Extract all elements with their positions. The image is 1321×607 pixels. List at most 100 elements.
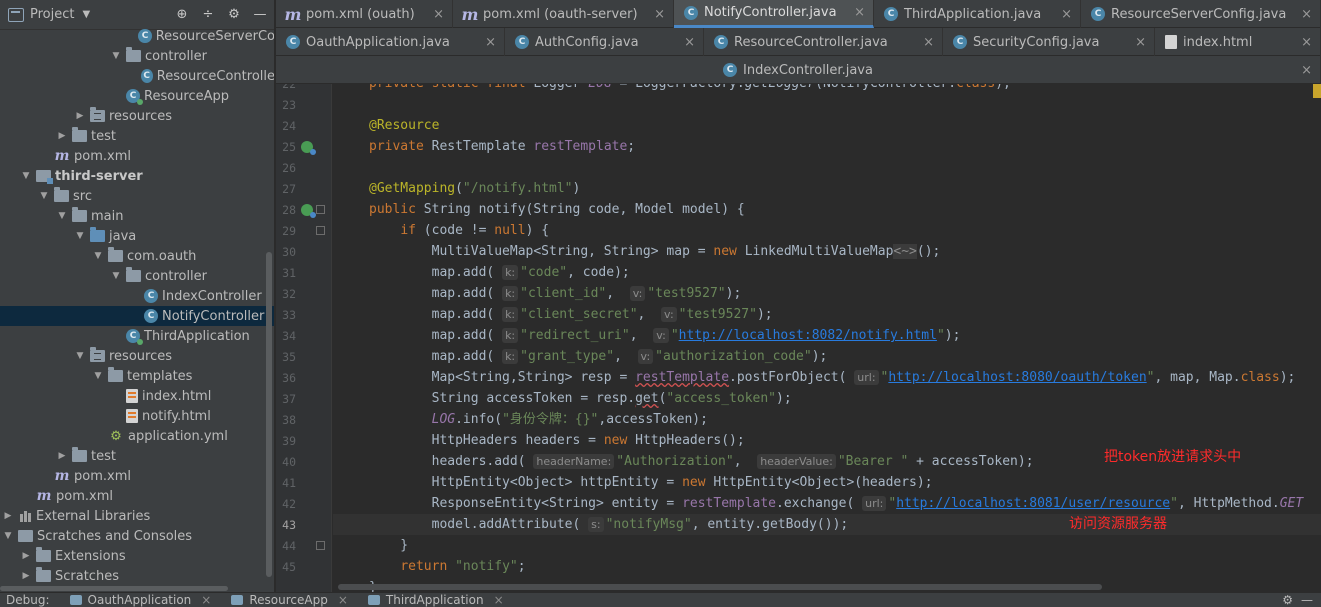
gear-icon[interactable]: ⚙ [226,6,242,22]
close-icon[interactable]: × [485,35,496,50]
code-line: map.add( k: "code", code); [369,265,630,280]
editor-tab[interactable]: C ResourceServerConfig.java × [1081,0,1321,28]
chevron-down-icon[interactable]: ▼ [20,171,32,181]
editor-tab[interactable]: index.html × [1155,28,1321,56]
tree-item[interactable]: ▼ resources [0,346,274,366]
debug-tab-third[interactable]: ThirdApplication × [367,593,504,607]
hide-panel-icon[interactable]: — [252,6,268,22]
chevron-down-icon[interactable]: ▼ [82,9,90,20]
tree-item[interactable]: C ResourceServerCo [0,26,274,46]
line-number: 30 [282,245,296,259]
tree-item[interactable]: ▼ templates [0,366,274,386]
chevron-down-icon[interactable]: ▼ [92,251,104,261]
tree-item[interactable]: index.html [0,386,274,406]
class-icon: C [1091,7,1105,21]
chevron-down-icon[interactable]: ▼ [38,191,50,201]
fold-marker-icon[interactable] [316,541,325,550]
debug-tab-resource[interactable]: ResourceApp × [231,593,348,607]
tree-item-label: pom.xml [74,148,131,164]
close-icon[interactable]: × [201,593,211,607]
tree-item[interactable]: notify.html [0,406,274,426]
warning-marker[interactable] [1313,84,1321,98]
chevron-right-icon[interactable]: ▶ [20,571,32,581]
tree-item[interactable]: m pom.xml [0,146,274,166]
editor-tab[interactable]: m pom.xml (ouath) × [276,0,453,28]
tree-item[interactable]: ▶ Extensions [0,546,274,566]
tree-item[interactable]: ▼ Scratches and Consoles [0,526,274,546]
close-icon[interactable]: × [1301,63,1312,78]
tree-item[interactable]: ▼ third-server [0,166,274,186]
chevron-down-icon[interactable]: ▼ [56,211,68,221]
fold-marker-icon[interactable] [316,226,325,235]
close-icon[interactable]: × [338,593,348,607]
editor-horizontal-scrollbar[interactable] [338,584,1102,590]
locate-file-icon[interactable]: ⊕ [174,6,190,22]
tree-item[interactable]: ▼ src [0,186,274,206]
editor-tab[interactable]: C ResourceController.java × [704,28,943,56]
chevron-down-icon[interactable]: ▼ [2,531,14,541]
bean-injection-icon[interactable] [301,141,316,155]
editor-tab[interactable]: C AuthConfig.java × [505,28,704,56]
tree-item[interactable]: ▶ test [0,126,274,146]
tree-horizontal-scrollbar[interactable] [0,584,262,592]
tree-item[interactable]: ▼ controller [0,266,274,286]
hide-panel-icon[interactable]: — [1301,593,1313,607]
class-icon: C [714,35,728,49]
tree-item[interactable]: ▼ com.oauth [0,246,274,266]
editor-tab[interactable]: C ThirdApplication.java × [874,0,1081,28]
code-area[interactable]: private static final Logger LOG = Logger… [333,84,1321,592]
collapse-all-icon[interactable]: ÷ [200,6,216,22]
tree-item[interactable]: ▼ main [0,206,274,226]
editor-tab[interactable]: m pom.xml (oauth-server) × [453,0,674,28]
tree-item[interactable]: ▶ resources [0,106,274,126]
close-icon[interactable]: × [494,593,504,607]
tree-item[interactable]: C IndexController [0,286,274,306]
chevron-right-icon[interactable]: ▶ [56,451,68,461]
chevron-right-icon[interactable]: ▶ [20,551,32,561]
editor-tab[interactable]: C IndexController.java × [276,56,1321,84]
tree-item[interactable]: ▼ java [0,226,274,246]
tree-item[interactable]: C ResourceControlle [0,66,274,86]
editor-tab[interactable]: C OauthApplication.java × [276,28,505,56]
tree-item[interactable]: C ThirdApplication [0,326,274,346]
tree-item[interactable]: m pom.xml [0,466,274,486]
code-editor[interactable]: 22 23 24 25 26 27 28 29 30 31 32 33 34 35 36 37 38 39 40 41… [276,84,1321,592]
close-icon[interactable]: × [684,35,695,50]
tree-item[interactable]: C NotifyController [0,306,274,326]
close-icon[interactable]: × [654,7,665,22]
chevron-right-icon[interactable]: ▶ [56,131,68,141]
tree-item[interactable]: ▶ test [0,446,274,466]
tree-item[interactable]: ▼ controller [0,46,274,66]
tree-item-label: third-server [55,168,143,184]
code-line: MultiValueMap<String, String> map = new … [369,244,941,259]
tree-item[interactable]: ▶ Scratches [0,566,274,586]
editor-tab[interactable]: C NotifyController.java × [674,0,874,28]
chevron-down-icon[interactable]: ▼ [74,231,86,241]
debug-tab-oauth[interactable]: OauthApplication × [69,593,211,607]
chevron-down-icon[interactable]: ▼ [92,371,104,381]
close-icon[interactable]: × [433,7,444,22]
editor-tab[interactable]: C SecurityConfig.java × [943,28,1155,56]
project-view-selector[interactable]: Project [30,7,74,22]
close-icon[interactable]: × [1135,35,1146,50]
close-icon[interactable]: × [1061,7,1072,22]
close-icon[interactable]: × [854,5,865,20]
tree-item[interactable]: ⚙ application.yml [0,426,274,446]
line-number: 29 [282,224,296,238]
request-mapping-icon[interactable] [301,204,316,218]
close-icon[interactable]: × [1301,35,1312,50]
chevron-right-icon[interactable]: ▶ [74,111,86,121]
chevron-down-icon[interactable]: ▼ [110,51,122,61]
chevron-down-icon[interactable]: ▼ [74,351,86,361]
close-icon[interactable]: × [923,35,934,50]
tree-item-label: templates [127,368,193,384]
tree-vertical-scrollbar[interactable] [266,252,272,577]
tree-item[interactable]: m pom.xml [0,486,274,506]
tree-item[interactable]: C ResourceApp [0,86,274,106]
close-icon[interactable]: × [1301,7,1312,22]
fold-marker-icon[interactable] [316,205,325,214]
tree-item[interactable]: ▶ External Libraries [0,506,274,526]
gear-icon[interactable]: ⚙ [1282,593,1293,607]
chevron-right-icon[interactable]: ▶ [2,511,14,521]
chevron-down-icon[interactable]: ▼ [110,271,122,281]
